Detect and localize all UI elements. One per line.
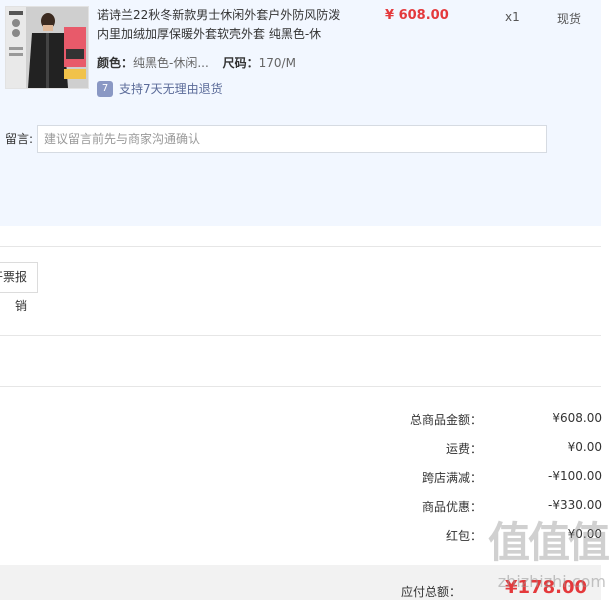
- summary-row-shipping: 运费： ¥0.00: [362, 440, 602, 460]
- total-label: 应付总额：: [400, 585, 461, 599]
- summary-label: 运费：: [445, 442, 482, 456]
- summary-label: 红包：: [445, 529, 482, 543]
- summary-row-subtotal: 总商品金额： ¥608.00: [362, 411, 602, 431]
- jacket-model-image: [6, 7, 88, 88]
- color-attr-label: 颜色：: [97, 56, 134, 70]
- product-thumbnail[interactable]: [5, 6, 89, 89]
- summary-row-product-discount: 商品优惠： -¥330.00: [362, 498, 602, 518]
- section-divider: [0, 335, 601, 336]
- site-watermark: 值值值: [487, 518, 610, 567]
- summary-value: -¥330.00: [548, 498, 602, 512]
- size-attr-label: 尺码：: [222, 56, 259, 70]
- message-input[interactable]: [37, 125, 547, 153]
- message-label: 留言:: [5, 132, 34, 146]
- order-item-panel: 诺诗兰22秋冬新款男士休闲外套户外防风防泼内里加绒加厚保暖外套软壳外套 纯黑色-…: [0, 0, 601, 226]
- section-divider: [0, 386, 601, 387]
- product-price: ¥ 608.00: [385, 8, 449, 23]
- summary-row-cross-store-discount: 跨店满减： -¥100.00: [362, 469, 602, 489]
- return-policy-icon: 7: [97, 80, 113, 97]
- stock-status: 现货: [557, 12, 582, 26]
- return-policy-text: 支持7天无理由退货: [119, 82, 223, 96]
- invoice-button[interactable]: 开票报销: [0, 262, 38, 313]
- summary-value: ¥608.00: [552, 411, 602, 425]
- color-attr-value: 纯黑色-休闲...: [133, 56, 209, 70]
- summary-label: 商品优惠：: [421, 500, 482, 514]
- summary-label: 跨店满减：: [421, 471, 482, 485]
- size-attr-value: 170/M: [258, 56, 296, 70]
- section-divider: [0, 246, 601, 247]
- site-watermark-url: zhizhizhi.com: [497, 572, 606, 591]
- product-quantity: x1: [505, 10, 520, 24]
- product-attributes: 颜色：纯黑色-休闲... 尺码：170/M: [97, 54, 306, 71]
- summary-label: 总商品金额：: [409, 413, 482, 427]
- summary-value: ¥0.00: [567, 440, 602, 454]
- product-title[interactable]: 诺诗兰22秋冬新款男士休闲外套户外防风防泼内里加绒加厚保暖外套软壳外套 纯黑色-…: [97, 6, 347, 44]
- summary-value: -¥100.00: [548, 469, 602, 483]
- return-policy: 7 支持7天无理由退货: [97, 80, 223, 97]
